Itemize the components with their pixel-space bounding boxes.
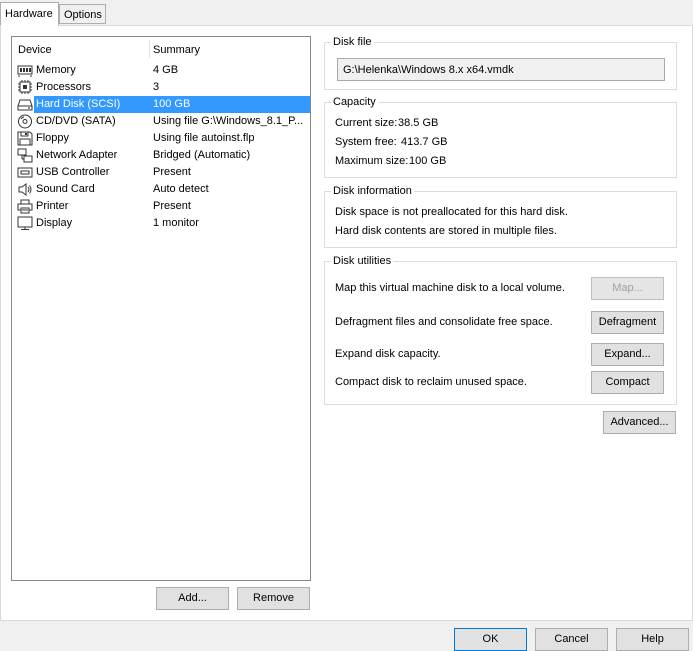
system-free-label: System free: (335, 136, 397, 148)
device-row-usb-controller[interactable]: USB Controller Present (12, 164, 310, 181)
group-title-disk-utilities: Disk utilities (331, 255, 394, 267)
expand-button[interactable]: Expand... (591, 343, 664, 366)
device-summary: 3 (153, 81, 160, 93)
device-summary: Using file G:\Windows_8.1_P... (153, 115, 304, 127)
compact-description: Compact disk to reclaim unused space. (335, 376, 527, 388)
system-free-value: 413.7 GB (401, 136, 448, 148)
memory-icon (17, 65, 33, 77)
device-name: Printer (36, 200, 69, 212)
column-header-device[interactable]: Device (18, 44, 52, 56)
device-list[interactable]: Device Summary Memory 4 GB Processors 3 … (11, 36, 311, 581)
device-row-memory[interactable]: Memory 4 GB (12, 62, 310, 79)
device-summary: 1 monitor (153, 217, 199, 229)
map-button[interactable]: Map... (591, 277, 664, 300)
tab-options[interactable]: Options (59, 4, 106, 24)
disk-file-group: Disk file G:\Helenka\Windows 8.x x64.vmd… (324, 36, 677, 90)
printer-icon (17, 199, 33, 214)
column-separator[interactable] (149, 40, 150, 58)
processor-icon (18, 80, 32, 94)
maximum-size-label: Maximum size: (335, 155, 409, 167)
device-name: Sound Card (36, 183, 95, 195)
group-title-disk-information: Disk information (331, 185, 414, 197)
tab-hardware[interactable]: Hardware (0, 2, 59, 26)
device-summary: Present (153, 200, 191, 212)
device-row-network-adapter[interactable]: Network Adapter Bridged (Automatic) (12, 147, 310, 164)
device-row-sound-card[interactable]: Sound Card Auto detect (12, 181, 310, 198)
add-device-button[interactable]: Add... (156, 587, 229, 610)
expand-description: Expand disk capacity. (335, 348, 441, 360)
compact-button[interactable]: Compact (591, 371, 664, 394)
group-title-capacity: Capacity (331, 96, 378, 108)
device-row-cd-dvd[interactable]: CD/DVD (SATA) Using file G:\Windows_8.1_… (12, 113, 310, 130)
current-size-value: 38.5 GB (398, 117, 439, 129)
device-summary: Auto detect (153, 183, 209, 195)
device-summary: 4 GB (153, 64, 179, 76)
disk-info-multiple-files: Hard disk contents are stored in multipl… (335, 225, 557, 237)
cancel-button[interactable]: Cancel (535, 628, 608, 651)
current-size-label: Current size: (335, 117, 398, 129)
device-row-printer[interactable]: Printer Present (12, 198, 310, 215)
sound-card-icon (18, 183, 32, 196)
device-name: USB Controller (36, 166, 110, 178)
device-summary: Using file autoinst.flp (153, 132, 255, 144)
display-icon (17, 216, 33, 230)
device-summary: 100 GB (153, 98, 191, 110)
usb-icon (17, 167, 33, 178)
group-title-disk-file: Disk file (331, 36, 374, 48)
device-row-floppy[interactable]: Floppy Using file autoinst.flp (12, 130, 310, 147)
column-header-summary[interactable]: Summary (153, 44, 200, 56)
device-row-hard-disk[interactable]: Hard Disk (SCSI) 100 GB (17, 96, 310, 113)
floppy-icon (17, 131, 33, 146)
device-name: Network Adapter (36, 149, 118, 161)
defragment-description: Defragment files and consolidate free sp… (335, 316, 553, 328)
help-button[interactable]: Help (616, 628, 689, 651)
ok-button[interactable]: OK (454, 628, 527, 651)
device-name: Hard Disk (SCSI) (36, 98, 121, 110)
maximum-size-value: 100 GB (409, 155, 447, 167)
remove-device-button[interactable]: Remove (237, 587, 310, 610)
device-name: Floppy (36, 132, 70, 144)
advanced-button[interactable]: Advanced... (603, 411, 676, 434)
disk-utilities-group: Disk utilities Map this virtual machine … (324, 255, 677, 405)
device-row-display[interactable]: Display 1 monitor (12, 215, 310, 232)
device-name: CD/DVD (SATA) (36, 115, 116, 127)
device-summary: Bridged (Automatic) (153, 149, 251, 161)
device-name: Display (36, 217, 73, 229)
hard-disk-icon (17, 99, 33, 111)
disk-info-preallocation: Disk space is not preallocated for this … (335, 206, 568, 218)
device-row-processors[interactable]: Processors 3 (12, 79, 310, 96)
device-name: Processors (36, 81, 92, 93)
device-name: Memory (36, 64, 76, 76)
device-summary: Present (153, 166, 191, 178)
map-description: Map this virtual machine disk to a local… (335, 282, 565, 294)
disk-file-path-field[interactable]: G:\Helenka\Windows 8.x x64.vmdk (337, 58, 665, 81)
capacity-group: Capacity Current size: 38.5 GB System fr… (324, 96, 677, 178)
defragment-button[interactable]: Defragment (591, 311, 664, 334)
disk-information-group: Disk information Disk space is not preal… (324, 185, 677, 248)
network-adapter-icon (17, 148, 33, 163)
cd-dvd-icon (18, 114, 32, 129)
device-list-header: Device Summary (12, 37, 310, 61)
